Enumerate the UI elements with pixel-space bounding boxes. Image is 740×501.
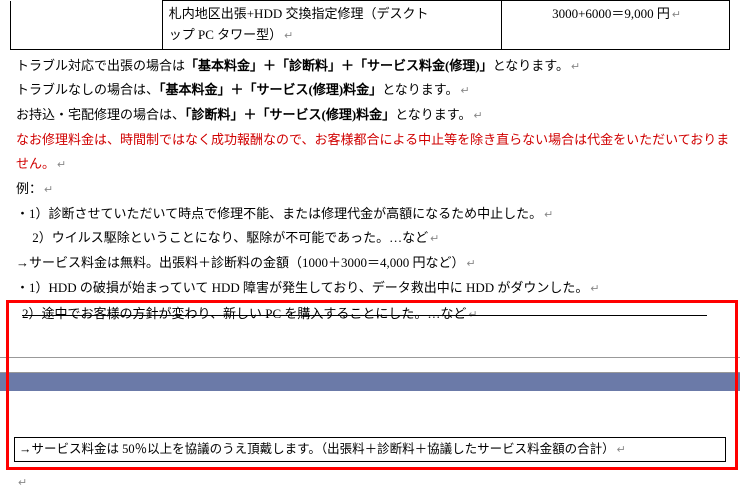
return-mark: ↵ xyxy=(466,309,477,321)
text-red: なお修理料金は、時間制ではなく成功報酬なので、お客様都合による中止等を除き直らな… xyxy=(16,132,729,172)
return-mark: ↵ xyxy=(472,110,483,122)
highlight-content: 2）途中でお客様の方針が変わり、新しい PC を購入することにした。…など↵ →… xyxy=(0,300,740,461)
text: となります。 xyxy=(382,82,458,97)
cell-label xyxy=(11,1,163,50)
paragraph: ・1）診断させていただいて時点で修理不能、または修理代金が高額になるため中止した… xyxy=(16,202,730,227)
text: →サービス料金は 50％以上を協議のうえ頂戴します。（出張料＋診断料＋協議したサ… xyxy=(19,442,615,456)
body-text: トラブル対応で出張の場合は「基本料金」＋「診断料」＋「サービス料金(修理)」とな… xyxy=(16,54,730,301)
page-separator-bar xyxy=(0,373,740,391)
paragraph: 例：↵ xyxy=(16,177,730,202)
return-mark: ↵ xyxy=(459,85,470,97)
table-row: 札内地区出張+HDD 交換指定修理（デスクト ップ PC タワー型）↵ 3000… xyxy=(11,1,730,50)
text-bold: 「基本料金」＋「診断料」＋「サービス料金(修理)」 xyxy=(185,58,493,73)
text: ・1）診断させていただいて時点で修理不能、または修理代金が高額になるため中止した… xyxy=(16,206,542,221)
return-mark: ↵ xyxy=(615,444,626,456)
return-mark: ↵ xyxy=(465,258,476,270)
return-mark: ↵ xyxy=(542,209,553,221)
text: トラブルなしの場合は、 xyxy=(16,82,159,97)
return-mark: ↵ xyxy=(282,30,293,42)
text: となります。 xyxy=(395,107,471,122)
trailing-mark: ↵ xyxy=(16,462,740,490)
text: ・1）HDD の破損が始まっていて HDD 障害が発生しており、データ救出中に … xyxy=(16,280,588,295)
text: 2）ウイルス駆除ということになり、駆除が不可能であった。…など xyxy=(16,230,428,245)
return-mark: ↵ xyxy=(55,159,66,171)
cell-description: 札内地区出張+HDD 交換指定修理（デスクト ップ PC タワー型）↵ xyxy=(162,1,501,50)
text: トラブル対応で出張の場合は xyxy=(16,58,185,73)
paragraph: 2）ウイルス駆除ということになり、駆除が不可能であった。…など↵ xyxy=(16,226,730,251)
paragraph: →サービス料金は無料。出張料＋診断料の金額（1000＋3000＝4,000 円な… xyxy=(16,251,730,276)
text-bold: 「基本料金」＋「サービス(修理)料金」 xyxy=(159,82,382,97)
page-break-gap xyxy=(0,357,740,373)
text: 例： xyxy=(16,181,42,196)
desc-line1: 札内地区出張+HDD 交換指定修理（デスクト xyxy=(169,6,429,21)
boxed-summary: →サービス料金は 50％以上を協議のうえ頂戴します。（出張料＋診断料＋協議したサ… xyxy=(14,437,726,462)
price-table: 札内地区出張+HDD 交換指定修理（デスクト ップ PC タワー型）↵ 3000… xyxy=(10,0,730,50)
paragraph: トラブルなしの場合は、「基本料金」＋「サービス(修理)料金」となります。↵ xyxy=(16,78,730,103)
struck-line: 2）途中でお客様の方針が変わり、新しい PC を購入することにした。…など↵ xyxy=(22,302,717,327)
return-mark: ↵ xyxy=(428,233,439,245)
gap xyxy=(0,391,740,437)
return-mark: ↵ xyxy=(670,9,681,21)
paragraph: ・1）HDD の破損が始まっていて HDD 障害が発生しており、データ救出中に … xyxy=(16,276,730,301)
paragraph-red: なお修理料金は、時間制ではなく成功報酬なので、お客様都合による中止等を除き直らな… xyxy=(16,128,730,177)
price-text: 3000+6000＝9,000 円 xyxy=(552,6,670,21)
return-mark: ↵ xyxy=(569,61,580,73)
text: 2）途中でお客様の方針が変わり、新しい PC を購入することにした。…など xyxy=(22,306,466,321)
desc-line2: ップ PC タワー型） xyxy=(169,27,282,42)
return-mark: ↵ xyxy=(42,184,53,196)
paragraph: お持込・宅配修理の場合は、「診断料」＋「サービス(修理)料金」となります。↵ xyxy=(16,103,730,128)
paragraph: トラブル対応で出張の場合は「基本料金」＋「診断料」＋「サービス料金(修理)」とな… xyxy=(16,54,730,79)
return-mark: ↵ xyxy=(588,283,599,295)
return-mark: ↵ xyxy=(16,477,27,489)
text-bold: 「診断料」＋「サービス(修理)料金」 xyxy=(185,107,395,122)
cell-price: 3000+6000＝9,000 円↵ xyxy=(502,1,730,50)
text: となります。 xyxy=(493,58,569,73)
text: お持込・宅配修理の場合は、 xyxy=(16,107,185,122)
document-page: 札内地区出張+HDD 交換指定修理（デスクト ップ PC タワー型）↵ 3000… xyxy=(0,0,740,490)
text: →サービス料金は無料。出張料＋診断料の金額（1000＋3000＝4,000 円な… xyxy=(16,255,465,270)
highlight-region: 2）途中でお客様の方針が変わり、新しい PC を購入することにした。…など↵ →… xyxy=(0,300,740,461)
